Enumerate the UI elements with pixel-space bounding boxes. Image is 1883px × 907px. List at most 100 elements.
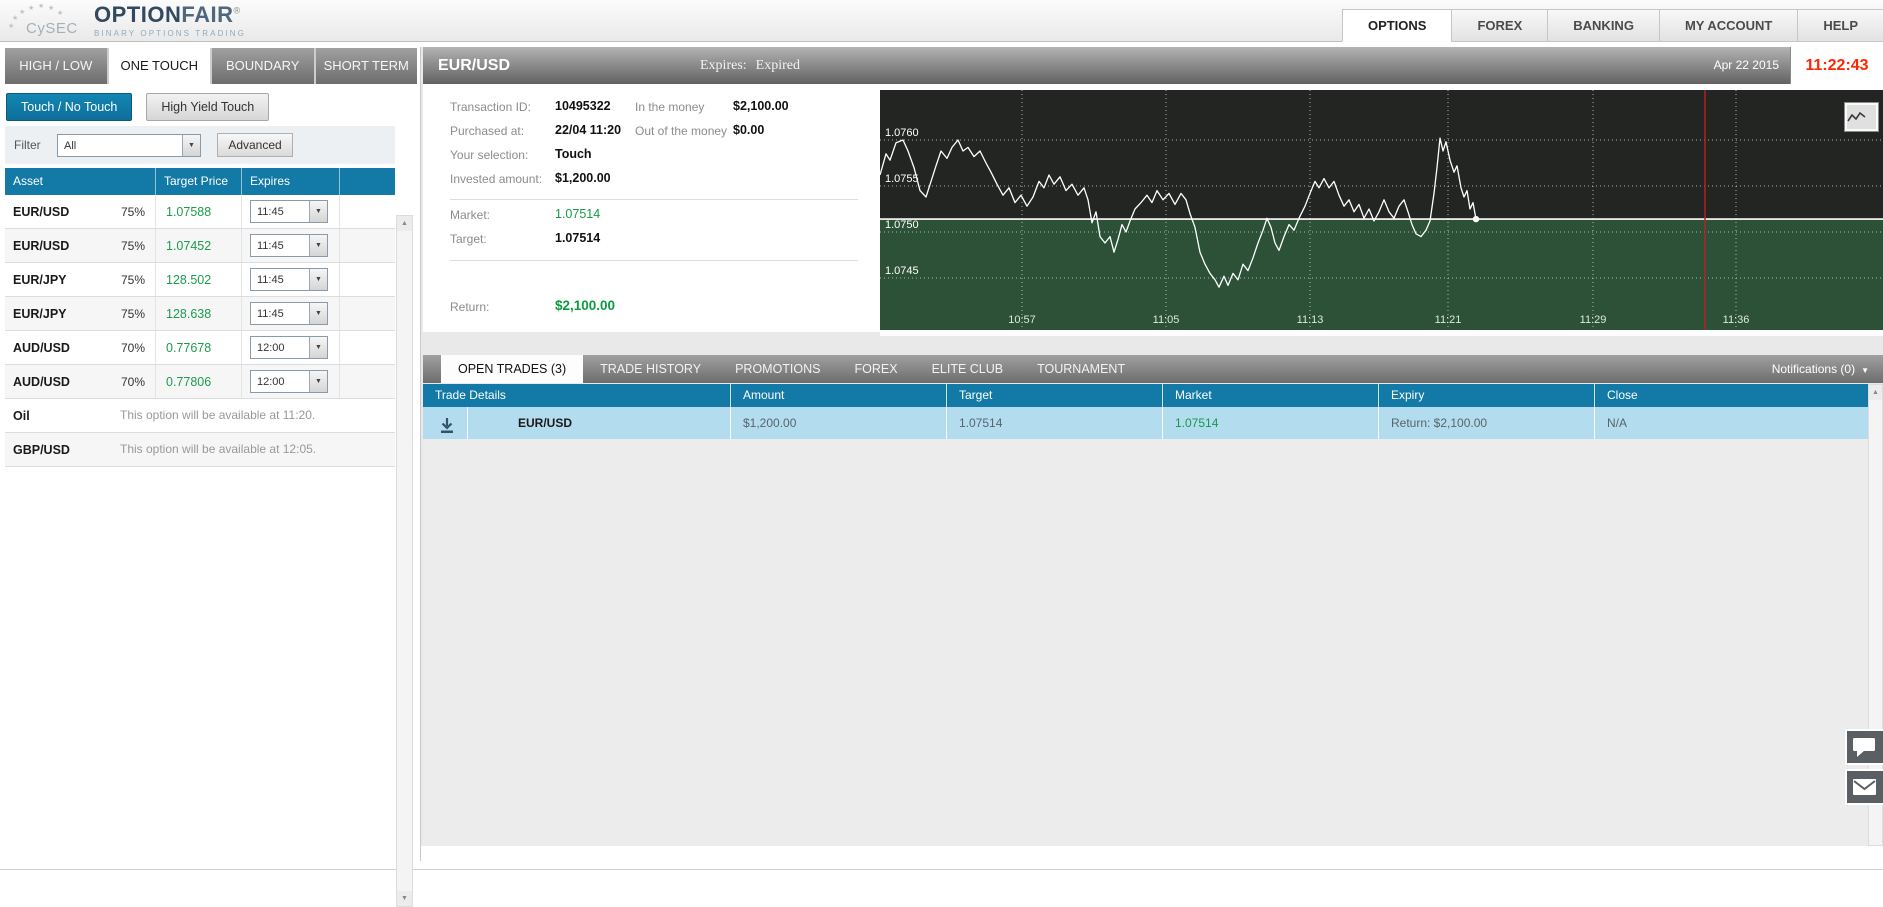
- expiry-select[interactable]: 12:00 ▼: [250, 370, 328, 393]
- expiry-select[interactable]: 12:00 ▼: [250, 336, 328, 359]
- trades-tab-tournament[interactable]: TOURNAMENT: [1020, 355, 1142, 383]
- trades-tab-trade-history[interactable]: TRADE HISTORY: [583, 355, 718, 383]
- scroll-down-icon[interactable]: ▼: [397, 891, 412, 906]
- nav-tab-forex[interactable]: FOREX: [1451, 9, 1548, 42]
- payout-percent: 75%: [120, 238, 145, 253]
- trades-col-target: Target: [946, 384, 1162, 407]
- dropdown-arrow-icon[interactable]: ▼: [309, 303, 327, 324]
- svg-text:11:13: 11:13: [1297, 314, 1324, 326]
- detail-value-out-of-the-money: $0.00: [733, 123, 765, 137]
- asset-table-header: Asset Target Price Expires: [5, 168, 395, 195]
- nav-tab-my-account[interactable]: MY ACCOUNT: [1658, 9, 1798, 42]
- chat-button[interactable]: [1845, 729, 1883, 765]
- detail-label-in-the-money: In the money: [635, 100, 705, 114]
- sidebar-scrollbar[interactable]: ▲ ▼: [396, 215, 413, 907]
- target-price: 1.07452: [155, 229, 241, 262]
- expires-status: Expires: Expired: [700, 58, 800, 73]
- asset-name: Oil: [13, 408, 30, 423]
- availability-message: This option will be available at 12:05.: [120, 442, 317, 456]
- detail-value-market: 1.07514: [555, 207, 601, 221]
- payout-percent: 75%: [120, 306, 145, 321]
- trades-tab-promotions[interactable]: PROMOTIONS: [718, 355, 837, 383]
- asset-name: EUR/JPY: [13, 272, 67, 287]
- trades-col-expiry: Expiry: [1378, 384, 1594, 407]
- asset-row-gbp-usd-7[interactable]: GBP/USD This option will be available at …: [5, 433, 395, 467]
- detail-label-purchased-at: Purchased at:: [450, 124, 525, 138]
- trades-tab-open-trades-3[interactable]: OPEN TRADES (3): [441, 355, 584, 383]
- asset-row-aud-usd-4[interactable]: AUD/USD 70% 0.77678 12:00 ▼: [5, 331, 395, 365]
- side-tab-short-term[interactable]: SHORT TERM: [313, 48, 417, 84]
- detail-value-invested-amount: $1,200.00: [555, 171, 611, 185]
- nav-tab-options[interactable]: OPTIONS: [1341, 9, 1452, 42]
- trades-col-amount: Amount: [730, 384, 946, 407]
- asset-name: GBP/USD: [13, 442, 70, 457]
- asset-row-eur-usd-0[interactable]: EUR/USD 75% 1.07588 11:45 ▼: [5, 195, 395, 229]
- trade-market: 1.07514: [1162, 407, 1378, 439]
- cysec-logo: ★ ★ ★ ★ ★ ★ ★ CySEC: [8, 3, 78, 37]
- scroll-up-icon[interactable]: ▲: [397, 216, 412, 231]
- pair-title: EUR/USD: [438, 57, 511, 74]
- dropdown-arrow-icon[interactable]: ▼: [309, 371, 327, 392]
- svg-text:11:05: 11:05: [1153, 314, 1180, 326]
- asset-name: AUD/USD: [13, 340, 70, 355]
- cysec-label: CySEC: [26, 20, 78, 37]
- asset-col-asset: Asset: [13, 174, 44, 188]
- expiry-select[interactable]: 11:45 ▼: [250, 268, 328, 291]
- chat-icon: [1853, 738, 1875, 757]
- mode-button-touch-no-touch[interactable]: Touch / No Touch: [6, 93, 133, 121]
- side-tab-high-low[interactable]: HIGH / LOW: [5, 48, 107, 84]
- chart-type-icon[interactable]: [1845, 103, 1878, 131]
- instrument-title-bar: EUR/USD Expires: Expired Apr 22 2015 11:2…: [423, 47, 1883, 84]
- target-price: 128.502: [155, 263, 241, 296]
- trades-tab-elite-club[interactable]: ELITE CLUB: [915, 355, 1021, 383]
- expiry-select[interactable]: 11:45 ▼: [250, 200, 328, 223]
- svg-text:1.0750: 1.0750: [885, 219, 919, 231]
- target-price: 128.638: [155, 297, 241, 330]
- detail-value-in-the-money: $2,100.00: [733, 99, 789, 113]
- filter-select-value: All: [64, 139, 77, 152]
- filter-select[interactable]: All ▼: [57, 134, 201, 157]
- mail-button[interactable]: [1845, 769, 1883, 805]
- asset-name: EUR/USD: [13, 204, 70, 219]
- dropdown-arrow-icon[interactable]: ▼: [309, 269, 327, 290]
- page-divider: [0, 869, 1883, 870]
- dropdown-arrow-icon[interactable]: ▼: [309, 235, 327, 256]
- detail-label-invested-amount: Invested amount:: [450, 172, 543, 186]
- sidebar: HIGH / LOW ONE TOUCH BOUNDARY SHORT TERM To…: [0, 47, 421, 907]
- open-trade-row[interactable]: EUR/USD $1,200.00 1.07514 1.07514 Return: $2…: [423, 407, 1868, 439]
- asset-row-aud-usd-5[interactable]: AUD/USD 70% 0.77806 12:00 ▼: [5, 365, 395, 399]
- asset-col-target-price: Target Price: [155, 168, 241, 195]
- asset-col-expires: Expires: [241, 168, 339, 195]
- asset-row-oil-6[interactable]: Oil This option will be available at 11:2…: [5, 399, 395, 433]
- top-nav: OPTIONS FOREX BANKING MY ACCOUNT HELP: [1341, 9, 1883, 42]
- detail-label-market: Market:: [450, 208, 491, 222]
- side-tab-boundary[interactable]: BOUNDARY: [210, 48, 314, 84]
- mode-button-high-yield-touch[interactable]: High Yield Touch: [146, 93, 270, 121]
- nav-tab-help[interactable]: HELP: [1797, 9, 1883, 42]
- advanced-filter-button[interactable]: Advanced: [217, 133, 293, 157]
- payout-percent: 70%: [120, 374, 145, 389]
- svg-text:1.0760: 1.0760: [885, 127, 919, 139]
- asset-row-eur-usd-1[interactable]: EUR/USD 75% 1.07452 11:45 ▼: [5, 229, 395, 263]
- asset-row-eur-jpy-3[interactable]: EUR/JPY 75% 128.638 11:45 ▼: [5, 297, 395, 331]
- expiry-select[interactable]: 11:45 ▼: [250, 234, 328, 257]
- dropdown-arrow-icon[interactable]: ▼: [309, 337, 327, 358]
- notifications-dropdown[interactable]: Notifications (0) ▼: [1772, 355, 1869, 385]
- svg-text:1.0755: 1.0755: [885, 173, 919, 185]
- dropdown-arrow-icon[interactable]: ▼: [182, 135, 200, 156]
- detail-label-your-selection: Your selection:: [450, 148, 529, 162]
- expiry-select[interactable]: 11:45 ▼: [250, 302, 328, 325]
- filter-bar: Filter All ▼ Advanced: [5, 126, 395, 164]
- nav-tab-banking[interactable]: BANKING: [1547, 9, 1659, 42]
- registered-mark: ®: [233, 5, 241, 16]
- dropdown-arrow-icon[interactable]: ▼: [309, 201, 327, 222]
- asset-name: EUR/USD: [13, 238, 70, 253]
- trades-tab-forex[interactable]: FOREX: [838, 355, 915, 383]
- svg-text:11:21: 11:21: [1435, 314, 1462, 326]
- side-tab-one-touch[interactable]: ONE TOUCH: [106, 48, 210, 84]
- divider: [450, 199, 858, 200]
- scroll-up-icon[interactable]: ▲: [1869, 385, 1882, 400]
- trades-panel-body: [423, 439, 1868, 846]
- detail-value-your-selection: Touch: [555, 147, 592, 161]
- asset-row-eur-jpy-2[interactable]: EUR/JPY 75% 128.502 11:45 ▼: [5, 263, 395, 297]
